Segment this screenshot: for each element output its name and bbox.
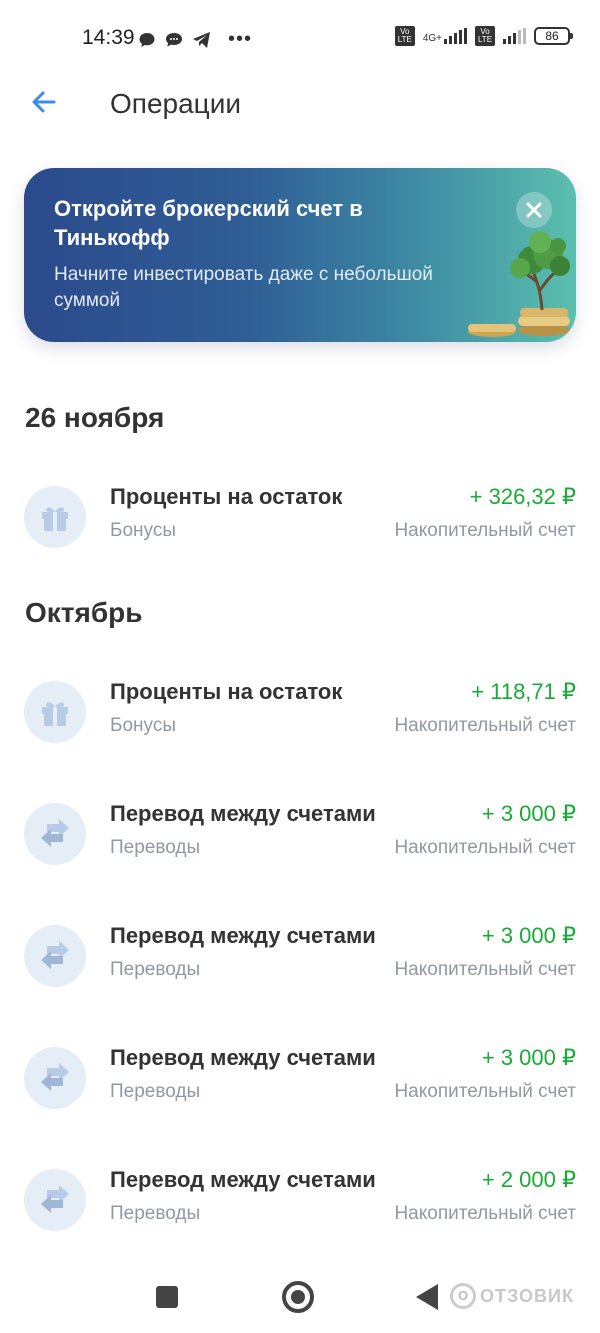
- transfer-arrows-icon: [41, 1063, 69, 1091]
- operation-icon-circle: [24, 803, 86, 865]
- battery-icon: 86: [534, 27, 573, 45]
- notification-icons: •••: [138, 28, 252, 51]
- operation-icon-circle: [24, 1169, 86, 1231]
- back-arrow-icon[interactable]: [26, 84, 62, 120]
- operation-category: Переводы: [110, 1081, 201, 1102]
- operation-amount: + 2 000 ₽: [481, 1167, 576, 1192]
- network-type: 4G+: [422, 33, 442, 44]
- signal-strength-icon-sim2: [503, 28, 526, 44]
- header: Операции: [0, 78, 600, 128]
- operation-row[interactable]: Перевод между счетами Переводы + 2 000 ₽…: [0, 1167, 600, 1247]
- transfer-arrows-icon: [41, 941, 69, 969]
- home-button[interactable]: [282, 1281, 314, 1313]
- promo-title: Откройте брокерский счет в Тинькофф: [54, 196, 363, 250]
- recent-apps-button[interactable]: [156, 1286, 178, 1308]
- operation-amount: + 118,71 ₽: [471, 679, 576, 704]
- transfer-arrows-icon: [41, 1185, 69, 1213]
- operation-amount: + 3 000 ₽: [481, 801, 576, 826]
- operation-account: Накопительный счет: [394, 1203, 576, 1224]
- operation-category: Бонусы: [110, 520, 176, 541]
- watermark: O ОТЗОВИК: [450, 1283, 574, 1309]
- operation-icon-circle: [24, 1047, 86, 1109]
- operation-title: Перевод между счетами: [110, 923, 376, 948]
- volte-icon-sim2: Vo LTE: [475, 26, 495, 46]
- signal-strength-icon: [444, 28, 467, 44]
- operation-title: Перевод между счетами: [110, 1045, 376, 1070]
- operation-amount: + 3 000 ₽: [481, 923, 576, 948]
- operation-icon-circle: [24, 486, 86, 548]
- operation-row[interactable]: Проценты на остаток Бонусы + 118,71 ₽ На…: [0, 679, 600, 759]
- operation-account: Накопительный счет: [394, 837, 576, 858]
- operation-category: Переводы: [110, 1203, 201, 1224]
- operation-account: Накопительный счет: [394, 959, 576, 980]
- operation-account: Накопительный счет: [394, 520, 576, 541]
- operation-account: Накопительный счет: [394, 1081, 576, 1102]
- operation-category: Бонусы: [110, 715, 176, 736]
- operation-title: Перевод между счетами: [110, 1167, 376, 1192]
- section-title-month: Октябрь: [25, 597, 143, 628]
- transfer-arrows-icon: [41, 819, 69, 847]
- status-time: 14:39: [82, 26, 135, 49]
- more-notifications-icon: •••: [228, 28, 253, 50]
- money-tree-illustration: [468, 231, 570, 337]
- operation-account: Накопительный счет: [394, 715, 576, 736]
- operation-category: Переводы: [110, 959, 201, 980]
- watermark-logo-icon: O: [450, 1283, 476, 1309]
- promo-close-button[interactable]: [516, 192, 552, 228]
- operation-amount: + 3 000 ₽: [481, 1045, 576, 1070]
- system-back-button[interactable]: [416, 1284, 438, 1310]
- gift-icon: [42, 702, 68, 726]
- page-title: Операции: [110, 88, 241, 119]
- section-title-date: 26 ноября: [25, 402, 165, 433]
- gift-icon: [42, 507, 68, 531]
- chat-bubble-icon: [139, 32, 155, 47]
- operation-row[interactable]: Перевод между счетами Переводы + 3 000 ₽…: [0, 801, 600, 881]
- message-icon: [166, 32, 182, 46]
- operation-icon-circle: [24, 681, 86, 743]
- close-icon: [526, 202, 542, 218]
- volte-icon: Vo LTE: [394, 26, 415, 46]
- operation-row[interactable]: Перевод между счетами Переводы + 3 000 ₽…: [0, 1045, 600, 1125]
- operation-amount: + 326,32 ₽: [469, 484, 576, 509]
- operation-title: Проценты на остаток: [110, 484, 343, 509]
- watermark-text: ОТЗОВИК: [480, 1285, 574, 1306]
- operation-category: Переводы: [110, 837, 201, 858]
- operation-title: Перевод между счетами: [110, 801, 376, 826]
- operation-icon-circle: [24, 925, 86, 987]
- operation-row[interactable]: Перевод между счетами Переводы + 3 000 ₽…: [0, 923, 600, 1003]
- promo-text: Начните инвестировать даже с небольшой с…: [54, 264, 433, 311]
- operation-title: Проценты на остаток: [110, 679, 343, 704]
- telegram-icon: [193, 31, 210, 48]
- status-bar: 14:39 ••• Vo LTE 4G+ Vo LTE 86: [0, 0, 600, 78]
- promo-banner[interactable]: Откройте брокерский счет в Тинькофф Начн…: [24, 168, 576, 342]
- operation-row[interactable]: Проценты на остаток Бонусы + 326,32 ₽ На…: [0, 484, 600, 564]
- system-status-icons: Vo LTE 4G+ Vo LTE 86: [394, 26, 573, 46]
